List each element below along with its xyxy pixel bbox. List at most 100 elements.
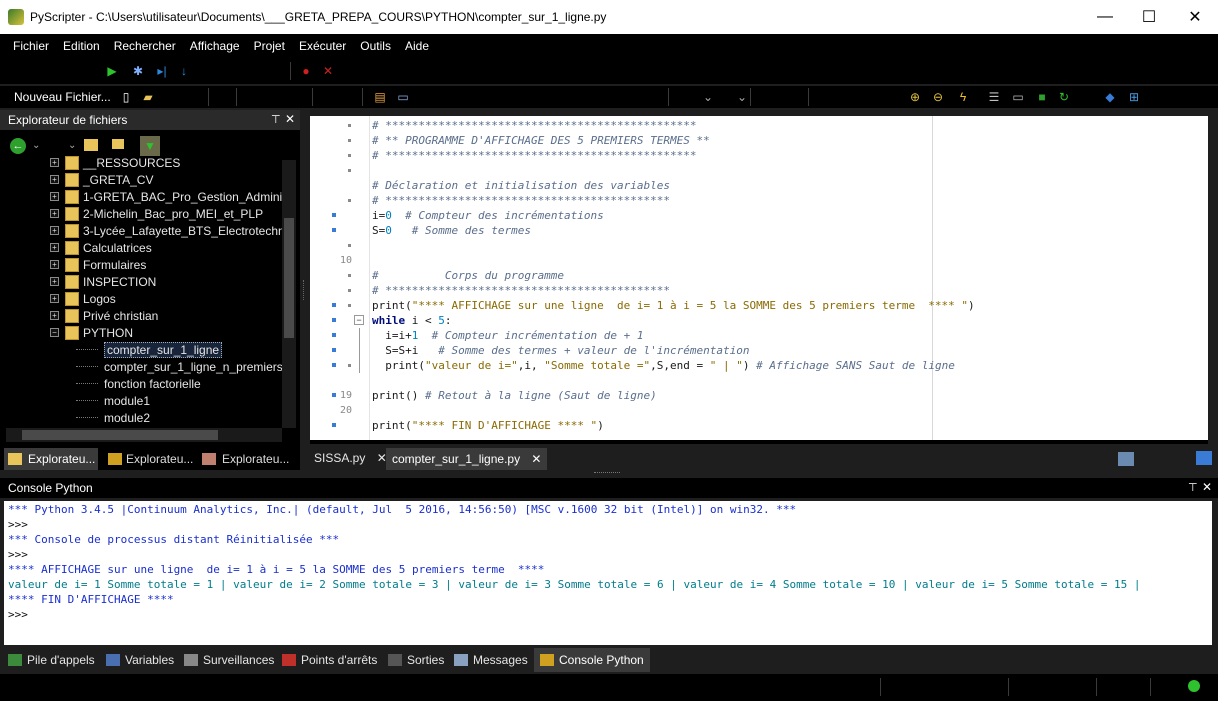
tree-expander-icon[interactable]: +	[50, 277, 59, 286]
bottom-tab-pile-d-appels[interactable]: Pile d'appels	[8, 648, 95, 672]
menu-executer[interactable]: Exécuter	[292, 34, 353, 58]
grid-icon[interactable]: ⊞	[1126, 89, 1142, 105]
new-document-icon[interactable]: ▯	[118, 89, 134, 105]
tree-folder-item[interactable]: + _GRETA_CV	[50, 171, 153, 188]
tree-folder-item[interactable]: + Calculatrices	[50, 239, 152, 256]
debug-icon[interactable]: ✱	[130, 63, 146, 79]
toggle-breakpoint-icon[interactable]: ●	[298, 63, 314, 79]
new-file-button[interactable]: Nouveau Fichier...	[14, 90, 111, 104]
new-window-icon[interactable]	[1196, 451, 1212, 465]
open-folder-icon[interactable]: ▰	[140, 89, 156, 105]
zoom-in-icon[interactable]: ⊕	[907, 89, 923, 105]
tree-file-item[interactable]: compter_sur_1_ligne	[76, 341, 223, 358]
tree-file-item[interactable]: module2	[76, 409, 150, 426]
tree-expander-icon[interactable]: +	[50, 209, 59, 218]
lightning-icon[interactable]: ϟ	[955, 89, 971, 105]
tree-folder-item[interactable]: +1-GRETA_BAC_Pro_Gestion_Administ	[50, 188, 282, 205]
vertical-scrollbar[interactable]	[282, 160, 296, 428]
tree-folder-item[interactable]: + __RESSOURCES	[50, 156, 180, 171]
folder-icon	[65, 325, 79, 340]
tree-file-item[interactable]: module1	[76, 392, 150, 409]
database-icon[interactable]: ☰	[986, 89, 1002, 105]
qt-icon[interactable]: ■	[1034, 89, 1050, 105]
tree-expander-icon[interactable]: +	[50, 294, 59, 303]
menu-bar: Fichier Edition Rechercher Affichage Pro…	[0, 34, 1218, 58]
bottom-tab-console-python[interactable]: Console Python	[534, 648, 650, 672]
back-arrow-icon[interactable]: ←	[10, 138, 26, 154]
code-explorer-icon	[202, 453, 216, 465]
scrollbar-thumb[interactable]	[284, 218, 294, 338]
zoom-out-icon[interactable]: ⊖	[930, 89, 946, 105]
bottom-tab-label: Console Python	[559, 653, 644, 667]
menu-outils[interactable]: Outils	[353, 34, 398, 58]
bottom-tab-variables[interactable]: Variables	[106, 648, 174, 672]
tree-expander-icon[interactable]: +	[50, 226, 59, 235]
tree-folder-item[interactable]: + Logos	[50, 290, 116, 307]
menu-edition[interactable]: Edition	[56, 34, 107, 58]
h-scrollbar-thumb[interactable]	[22, 430, 218, 440]
explorer-tab-1[interactable]: Explorateu...	[4, 448, 98, 470]
tab-close-icon-active[interactable]: ✕	[531, 452, 541, 466]
tab-sissa[interactable]: SISSA.py ✕	[308, 447, 393, 469]
tree-expander-icon[interactable]: +	[50, 175, 59, 184]
tree-folder-item[interactable]: +3-Lycée_Lafayette_BTS_Electrotechni	[50, 222, 282, 239]
tree-expander-icon[interactable]: −	[50, 328, 59, 337]
run-icon[interactable]: ▶	[104, 63, 120, 79]
status-bar	[0, 674, 1218, 701]
menu-affichage[interactable]: Affichage	[183, 34, 247, 58]
close-button[interactable]: ✕	[1172, 0, 1218, 34]
maximize-button[interactable]: ☐	[1126, 0, 1172, 34]
tree-folder-item[interactable]: + Formulaires	[50, 256, 146, 273]
minimize-button[interactable]: —	[1082, 0, 1128, 34]
console-pin-icon[interactable]: ⊤	[1188, 481, 1198, 494]
dropdown-chevron-icon[interactable]: ⌄	[700, 89, 716, 105]
bottom-tab-sorties[interactable]: Sorties	[388, 648, 444, 672]
bottom-tab-surveillances[interactable]: Surveillances	[184, 648, 274, 672]
terminal-icon[interactable]: ▭	[1010, 89, 1026, 105]
tree-folder-item[interactable]: +2-Michelin_Bac_pro_MEI_et_PLP	[50, 205, 263, 222]
tree-expander-icon[interactable]: +	[50, 311, 59, 320]
menu-rechercher[interactable]: Rechercher	[107, 34, 183, 58]
tree-folder-item[interactable]: + INSPECTION	[50, 273, 156, 290]
refresh-icon[interactable]: ↻	[1056, 89, 1072, 105]
executable-line-marker	[332, 348, 336, 352]
horizontal-scrollbar[interactable]	[6, 428, 282, 442]
pin-icon[interactable]: ⊤	[271, 113, 281, 126]
explorer-tab-3[interactable]: Explorateu...	[200, 448, 296, 470]
menu-aide[interactable]: Aide	[398, 34, 436, 58]
explorer-close-button[interactable]: ✕	[285, 112, 295, 126]
filter-icon[interactable]: ▼	[140, 136, 160, 156]
editor-options-icon[interactable]	[1118, 452, 1134, 466]
folder-menu-icon[interactable]	[112, 139, 124, 149]
clear-breakpoints-icon[interactable]: ✕	[320, 63, 336, 79]
fold-toggle-icon[interactable]: −	[354, 315, 364, 325]
menu-fichier[interactable]: Fichier	[6, 34, 56, 58]
tree-expander-icon[interactable]: +	[50, 158, 59, 167]
back-dropdown-icon[interactable]: ⌄	[32, 140, 40, 151]
bottom-tab-messages[interactable]: Messages	[454, 648, 528, 672]
pane-splitter[interactable]	[303, 280, 305, 300]
tree-expander-icon[interactable]: +	[50, 260, 59, 269]
tree-expander-icon[interactable]: +	[50, 243, 59, 252]
splitter-grip[interactable]	[594, 472, 620, 473]
bottom-tab-points-d-arr-ts[interactable]: Points d'arrêts	[282, 648, 377, 672]
tree-folder-item[interactable]: − PYTHON	[50, 324, 133, 341]
tree-file-item[interactable]: compter_sur_1_ligne_n_premiers_	[76, 358, 282, 375]
dropdown-chevron-icon-2[interactable]: ⌄	[734, 89, 750, 105]
explorer-tab-2[interactable]: Explorateu...	[104, 448, 196, 470]
tab-compter-sur-1-ligne[interactable]: compter_sur_1_ligne.py ✕	[386, 448, 548, 470]
open-folder-icon[interactable]	[84, 139, 98, 151]
save-icon[interactable]: ▤	[372, 89, 388, 105]
menu-projet[interactable]: Projet	[247, 34, 292, 58]
tree-folder-item[interactable]: + Privé christian	[50, 307, 158, 324]
tree-file-item[interactable]: fonction factorielle	[76, 375, 201, 392]
step-into-icon[interactable]: ↓	[176, 63, 192, 79]
history-dropdown-icon[interactable]: ⌄	[68, 140, 76, 151]
console-close-button[interactable]: ✕	[1202, 480, 1212, 494]
messages-icon	[454, 654, 468, 666]
tree-expander-icon[interactable]: +	[50, 192, 59, 201]
executable-line-marker	[332, 393, 336, 397]
python-icon[interactable]: ◆	[1102, 89, 1118, 105]
print-icon[interactable]: ▭	[395, 89, 411, 105]
step-over-icon[interactable]: ▸|	[154, 63, 170, 79]
